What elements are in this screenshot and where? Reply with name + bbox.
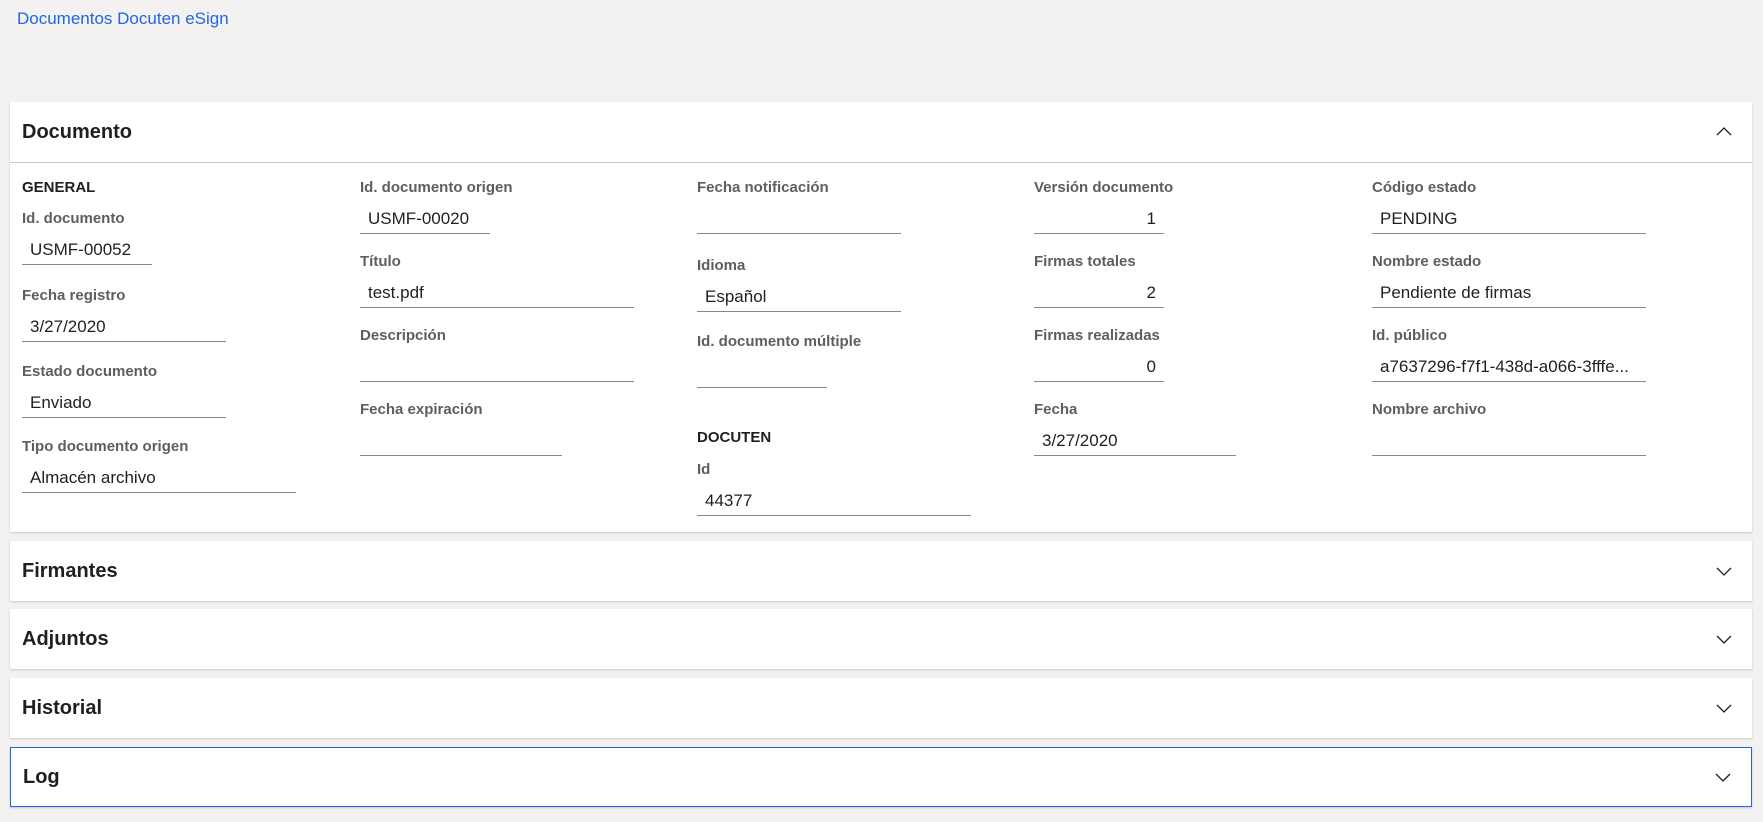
field-label: Id. público bbox=[1372, 327, 1447, 344]
group-title-general: GENERAL bbox=[22, 179, 96, 196]
field-nombre-estado: Nombre estado Pendiente de firmas bbox=[1372, 253, 1646, 308]
field-fecha-expiracion: Fecha expiración bbox=[360, 401, 562, 456]
section-firmantes-header[interactable]: Firmantes bbox=[10, 541, 1752, 601]
fecha-input[interactable]: 3/27/2020 bbox=[1034, 425, 1236, 456]
field-label: Id. documento origen bbox=[360, 179, 513, 196]
field-label: Descripción bbox=[360, 327, 446, 344]
section-title: Firmantes bbox=[22, 559, 118, 582]
id-publico-input[interactable]: a7637296-f7f1-438d-a066-3fffe... bbox=[1372, 351, 1646, 382]
field-firmas-totales: Firmas totales 2 bbox=[1034, 253, 1164, 308]
field-docuten-id: Id 44377 bbox=[697, 461, 971, 516]
section-title: Documento bbox=[22, 120, 132, 143]
section-log: Log bbox=[10, 747, 1752, 807]
docuten-id-input[interactable]: 44377 bbox=[697, 485, 971, 516]
field-label: Título bbox=[360, 253, 401, 270]
fecha-notificacion-input[interactable] bbox=[697, 203, 901, 234]
breadcrumb[interactable]: Documentos Docuten eSign bbox=[17, 9, 229, 29]
section-adjuntos: Adjuntos bbox=[10, 609, 1752, 669]
field-tipo-documento-origen: Tipo documento origen Almacén archivo bbox=[22, 438, 296, 493]
section-documento: Documento GENERAL Id. documento USMF-000… bbox=[10, 102, 1752, 532]
field-idioma: Idioma Español bbox=[697, 257, 901, 312]
field-label: Versión documento bbox=[1034, 179, 1174, 196]
field-label: Fecha notificación bbox=[697, 179, 829, 196]
group-title-docuten: DOCUTEN bbox=[697, 429, 772, 446]
field-label: Tipo documento origen bbox=[22, 438, 189, 455]
idioma-input[interactable]: Español bbox=[697, 281, 901, 312]
field-label: Fecha registro bbox=[22, 287, 126, 304]
field-id-publico: Id. público a7637296-f7f1-438d-a066-3fff… bbox=[1372, 327, 1646, 382]
field-fecha: Fecha 3/27/2020 bbox=[1034, 401, 1236, 456]
chevron-down-icon[interactable] bbox=[1716, 563, 1732, 579]
field-id-documento-multiple: Id. documento múltiple bbox=[697, 333, 862, 388]
field-label: Fecha bbox=[1034, 401, 1078, 418]
fecha-registro-input[interactable]: 3/27/2020 bbox=[22, 311, 226, 342]
field-fecha-notificacion: Fecha notificación bbox=[697, 179, 901, 234]
field-label: Fecha expiración bbox=[360, 401, 483, 418]
id-documento-origen-input[interactable]: USMF-00020 bbox=[360, 203, 490, 234]
chevron-down-icon[interactable] bbox=[1715, 769, 1731, 785]
nombre-archivo-input[interactable] bbox=[1372, 425, 1646, 456]
field-label: Firmas realizadas bbox=[1034, 327, 1160, 344]
field-codigo-estado: Código estado PENDING bbox=[1372, 179, 1646, 234]
field-nombre-archivo: Nombre archivo bbox=[1372, 401, 1646, 456]
titulo-input[interactable]: test.pdf bbox=[360, 277, 634, 308]
field-estado-documento: Estado documento Enviado bbox=[22, 363, 226, 418]
field-label: Nombre estado bbox=[1372, 253, 1482, 270]
field-titulo: Título test.pdf bbox=[360, 253, 634, 308]
fecha-expiracion-input[interactable] bbox=[360, 425, 562, 456]
field-label: Idioma bbox=[697, 257, 746, 274]
field-label: Firmas totales bbox=[1034, 253, 1136, 270]
field-label: Id. documento múltiple bbox=[697, 333, 862, 350]
section-adjuntos-header[interactable]: Adjuntos bbox=[10, 609, 1752, 669]
field-descripcion: Descripción bbox=[360, 327, 634, 382]
section-title: Historial bbox=[22, 696, 103, 719]
nombre-estado-input[interactable]: Pendiente de firmas bbox=[1372, 277, 1646, 308]
field-firmas-realizadas: Firmas realizadas 0 bbox=[1034, 327, 1164, 382]
field-label: Nombre archivo bbox=[1372, 401, 1487, 418]
field-id-documento: Id. documento USMF-00052 bbox=[22, 210, 152, 265]
version-documento-input[interactable]: 1 bbox=[1034, 203, 1164, 234]
estado-documento-input[interactable]: Enviado bbox=[22, 387, 226, 418]
section-firmantes: Firmantes bbox=[10, 541, 1752, 601]
section-historial: Historial bbox=[10, 678, 1752, 738]
field-label: Código estado bbox=[1372, 179, 1477, 196]
firmas-totales-input[interactable]: 2 bbox=[1034, 277, 1164, 308]
section-log-header[interactable]: Log bbox=[11, 748, 1751, 806]
firmas-realizadas-input[interactable]: 0 bbox=[1034, 351, 1164, 382]
field-label: Id. documento bbox=[22, 210, 125, 227]
field-version-documento: Versión documento 1 bbox=[1034, 179, 1174, 234]
codigo-estado-input[interactable]: PENDING bbox=[1372, 203, 1646, 234]
section-title: Adjuntos bbox=[22, 627, 109, 650]
id-documento-multiple-input[interactable] bbox=[697, 357, 827, 388]
field-id-documento-origen: Id. documento origen USMF-00020 bbox=[360, 179, 513, 234]
id-documento-input[interactable]: USMF-00052 bbox=[22, 234, 152, 265]
chevron-up-icon[interactable] bbox=[1716, 124, 1732, 140]
chevron-down-icon[interactable] bbox=[1716, 700, 1732, 716]
field-fecha-registro: Fecha registro 3/27/2020 bbox=[22, 287, 226, 342]
descripcion-input[interactable] bbox=[360, 351, 634, 382]
documento-body: GENERAL Id. documento USMF-00052 Fecha r… bbox=[10, 163, 1752, 531]
field-label: Estado documento bbox=[22, 363, 158, 380]
section-historial-header[interactable]: Historial bbox=[10, 678, 1752, 738]
section-documento-header[interactable]: Documento bbox=[10, 102, 1752, 163]
field-label: Id bbox=[697, 461, 711, 478]
chevron-down-icon[interactable] bbox=[1716, 631, 1732, 647]
tipo-documento-origen-input[interactable]: Almacén archivo bbox=[22, 462, 296, 493]
section-title: Log bbox=[23, 765, 60, 788]
